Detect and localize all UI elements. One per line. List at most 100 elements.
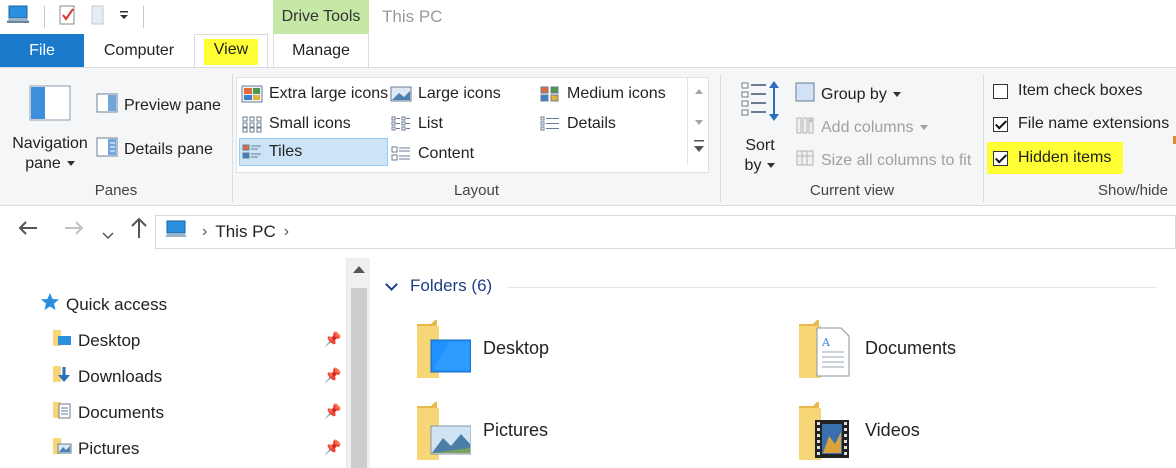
size-all-columns-label: Size all columns to fit bbox=[821, 151, 972, 169]
medium-icons-icon bbox=[539, 85, 561, 103]
layout-item-label: Tiles bbox=[269, 143, 303, 160]
item-check-boxes-toggle[interactable]: Item check boxes bbox=[993, 82, 1143, 100]
group-by-label: Group by bbox=[821, 85, 887, 103]
hidden-items-checkbox[interactable] bbox=[993, 150, 1008, 166]
layout-tiles[interactable]: Tiles bbox=[239, 138, 388, 166]
new-folder-icon[interactable] bbox=[91, 4, 105, 31]
tab-view[interactable]: View bbox=[194, 34, 268, 68]
svg-text:A: A bbox=[821, 336, 831, 349]
pin-icon[interactable]: 📌 bbox=[324, 439, 341, 456]
navigation-pane-icon bbox=[28, 84, 72, 127]
downloads-folder-icon bbox=[52, 364, 72, 389]
layout-group: Extra large icons Large icons Medium ico… bbox=[233, 68, 720, 205]
nav-item-desktop[interactable]: Desktop bbox=[52, 328, 140, 353]
nav-item-pictures[interactable]: Pictures bbox=[52, 436, 139, 461]
pin-icon[interactable]: 📌 bbox=[324, 331, 341, 348]
sort-by-icon bbox=[738, 80, 782, 129]
tab-manage[interactable]: Manage bbox=[273, 34, 369, 68]
ribbon: Navigation pane Preview pane Details pan… bbox=[0, 67, 1176, 206]
pin-icon[interactable]: 📌 bbox=[324, 367, 341, 384]
sort-by-button[interactable]: Sort by bbox=[735, 80, 785, 175]
content-icon bbox=[390, 145, 412, 163]
folders-section-label: Folders (6) bbox=[410, 276, 493, 295]
size-columns-icon bbox=[795, 148, 815, 173]
folder-tile-documents[interactable]: A Documents bbox=[797, 316, 956, 380]
layout-medium-icons[interactable]: Medium icons bbox=[539, 80, 666, 108]
group-by-button[interactable]: Group by bbox=[795, 82, 901, 107]
navigation-pane-label: Navigation bbox=[12, 135, 88, 152]
folder-tile-label: Pictures bbox=[483, 419, 549, 440]
layout-extra-large-icons[interactable]: Extra large icons bbox=[241, 80, 388, 108]
chevron-down-icon bbox=[66, 161, 75, 167]
folders-section-header[interactable]: Folders (6) bbox=[385, 276, 493, 296]
folder-tile-videos[interactable]: Videos bbox=[797, 398, 920, 462]
item-check-boxes-checkbox[interactable] bbox=[993, 83, 1008, 99]
hidden-items-toggle[interactable]: Hidden items bbox=[987, 142, 1124, 174]
pictures-folder-icon bbox=[415, 398, 472, 462]
nav-item-label: Desktop bbox=[78, 330, 141, 350]
layout-item-label: Content bbox=[418, 145, 475, 162]
recent-locations-chevron-icon[interactable] bbox=[102, 223, 114, 246]
address-bar[interactable]: › This PC › bbox=[155, 215, 1176, 249]
details-pane-button[interactable]: Details pane bbox=[96, 137, 213, 162]
pin-icon[interactable]: 📌 bbox=[324, 403, 341, 420]
desktop-folder-icon bbox=[415, 316, 472, 380]
this-pc-icon bbox=[164, 220, 188, 245]
computer-icon[interactable] bbox=[6, 5, 30, 30]
nav-item-documents[interactable]: Documents bbox=[52, 400, 164, 425]
hidden-items-label: Hidden items bbox=[1018, 149, 1112, 166]
star-icon bbox=[40, 292, 60, 317]
item-check-boxes-label: Item check boxes bbox=[1018, 82, 1143, 99]
address-row: › This PC › bbox=[0, 207, 1176, 257]
navigation-pane-label-line2: pane bbox=[25, 155, 61, 172]
layout-gallery-scroll bbox=[687, 78, 709, 164]
layout-large-icons[interactable]: Large icons bbox=[390, 80, 501, 108]
breadcrumb-this-pc[interactable]: This PC bbox=[215, 222, 275, 242]
add-columns-icon: + bbox=[795, 115, 815, 140]
details-pane-icon bbox=[96, 137, 118, 162]
properties-icon[interactable] bbox=[59, 4, 77, 31]
tab-file[interactable]: File bbox=[0, 34, 84, 68]
file-name-extensions-toggle[interactable]: File name extensions bbox=[993, 115, 1169, 133]
breadcrumb-chevron-icon[interactable]: › bbox=[284, 223, 289, 241]
customize-qat-dropdown-icon[interactable] bbox=[119, 8, 129, 26]
layout-small-icons[interactable]: Small icons bbox=[241, 110, 351, 138]
layout-list[interactable]: List bbox=[390, 110, 443, 138]
scroll-up-arrow-icon[interactable] bbox=[353, 266, 365, 273]
documents-folder-icon bbox=[52, 400, 72, 425]
layout-details[interactable]: Details bbox=[539, 110, 616, 138]
navigation-pane-button[interactable]: Navigation pane bbox=[10, 84, 90, 173]
content-area: Folders (6) Desktop A Documents Pictures… bbox=[371, 258, 1176, 468]
forward-arrow-icon[interactable] bbox=[64, 219, 84, 242]
tab-computer[interactable]: Computer bbox=[84, 34, 194, 68]
navigation-pane-label-2: pane bbox=[25, 155, 75, 173]
preview-pane-button[interactable]: Preview pane bbox=[96, 93, 221, 118]
nav-quick-access[interactable]: Quick access bbox=[40, 292, 167, 317]
sort-by-label-2: by bbox=[745, 157, 776, 175]
folder-tile-desktop[interactable]: Desktop bbox=[415, 316, 549, 380]
scrollbar-thumb[interactable] bbox=[351, 288, 367, 468]
layout-item-label: Large icons bbox=[418, 85, 501, 102]
layout-content[interactable]: Content bbox=[390, 140, 474, 168]
show-hide-group-label: Show/hide bbox=[1097, 182, 1168, 199]
up-arrow-icon[interactable] bbox=[130, 217, 148, 245]
show-hide-group: Item check boxes File name extensions Hi… bbox=[984, 68, 1176, 205]
nav-item-label: Documents bbox=[78, 402, 164, 422]
section-divider bbox=[507, 287, 1157, 288]
ribbon-tabs: File Computer View Manage bbox=[0, 34, 1176, 68]
nav-quick-access-label: Quick access bbox=[66, 294, 168, 314]
file-name-extensions-checkbox[interactable] bbox=[993, 116, 1008, 132]
pictures-folder-icon bbox=[52, 436, 72, 461]
nav-item-downloads[interactable]: Downloads bbox=[52, 364, 162, 389]
chevron-down-icon bbox=[919, 125, 928, 130]
folder-tile-pictures[interactable]: Pictures bbox=[415, 398, 548, 462]
nav-pane-scrollbar[interactable] bbox=[346, 258, 370, 468]
gallery-scroll-arrows-icon[interactable] bbox=[688, 78, 710, 164]
size-all-columns-button[interactable]: Size all columns to fit bbox=[795, 148, 971, 173]
back-arrow-icon[interactable] bbox=[18, 219, 38, 242]
chevron-down-icon bbox=[385, 277, 398, 291]
list-icon bbox=[390, 115, 412, 133]
tiles-icon bbox=[241, 143, 263, 161]
add-columns-button[interactable]: + Add columns bbox=[795, 115, 928, 140]
breadcrumb-chevron-icon[interactable]: › bbox=[202, 223, 207, 241]
